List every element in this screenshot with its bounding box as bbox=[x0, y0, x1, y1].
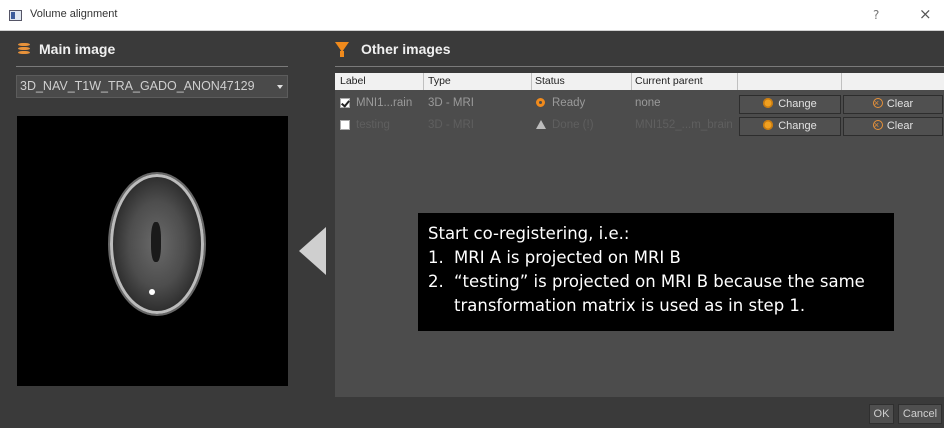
column-header-parent[interactable]: Current parent bbox=[635, 75, 703, 87]
callout-item: 2. “testing” is projected on MRI B becau… bbox=[428, 270, 894, 318]
change-button[interactable]: Change bbox=[739, 95, 841, 114]
main-divider bbox=[16, 66, 288, 67]
row-type: 3D - MRI bbox=[428, 119, 474, 131]
row-checkbox[interactable] bbox=[340, 120, 350, 130]
row-parent: MNI152_...m_brain bbox=[635, 119, 733, 131]
chevron-down-icon bbox=[277, 85, 283, 89]
callout-item-number: 2. bbox=[428, 272, 444, 291]
image-viewer[interactable] bbox=[17, 116, 288, 386]
title-bar: Volume alignment ? × bbox=[0, 0, 944, 31]
x-circle-icon bbox=[872, 117, 883, 134]
clear-button-label: Clear bbox=[886, 120, 914, 132]
change-button-label: Change bbox=[778, 98, 817, 110]
clear-button[interactable]: Clear bbox=[843, 95, 943, 114]
row-checkbox[interactable] bbox=[340, 98, 350, 108]
brain-scan-image bbox=[110, 174, 204, 314]
column-header-status[interactable]: Status bbox=[535, 75, 565, 87]
other-images-title: Other images bbox=[361, 41, 451, 57]
help-button[interactable]: ? bbox=[873, 8, 879, 22]
table-header: Label Type Status Current parent bbox=[335, 73, 944, 90]
app-icon bbox=[9, 10, 22, 21]
callout-item-number: 1. bbox=[428, 248, 444, 267]
gear-icon bbox=[763, 120, 774, 130]
row-status: Ready bbox=[552, 97, 586, 109]
column-header-label[interactable]: Label bbox=[340, 75, 366, 87]
row-label: MNI1...rain bbox=[356, 97, 413, 109]
callout-item: 1. MRI A is projected on MRI B bbox=[428, 246, 894, 270]
window-title: Volume alignment bbox=[30, 8, 118, 20]
ring-icon bbox=[536, 98, 545, 107]
callout-item-text: MRI A is projected on MRI B bbox=[454, 248, 681, 267]
main-image-select-value: 3D_NAV_T1W_TRA_GADO_ANON47129 bbox=[20, 79, 255, 93]
main-image-title: Main image bbox=[39, 41, 116, 57]
callout-item-text: “testing” is projected on MRI B because … bbox=[454, 272, 865, 315]
gear-icon bbox=[763, 98, 774, 108]
warning-triangle-icon bbox=[536, 120, 546, 129]
row-type: 3D - MRI bbox=[428, 97, 474, 109]
close-button[interactable]: × bbox=[919, 5, 932, 23]
cancel-button[interactable]: Cancel bbox=[898, 404, 942, 424]
annotation-callout: Start co-registering, i.e.: 1. MRI A is … bbox=[418, 213, 894, 331]
row-parent: none bbox=[635, 97, 661, 109]
row-status: Done (!) bbox=[552, 119, 594, 131]
main-image-select[interactable]: 3D_NAV_T1W_TRA_GADO_ANON47129 bbox=[16, 75, 288, 98]
x-circle-icon bbox=[872, 95, 883, 112]
clear-button-label: Clear bbox=[886, 98, 914, 110]
ok-button[interactable]: OK bbox=[869, 404, 894, 424]
column-header-type[interactable]: Type bbox=[428, 75, 451, 87]
callout-list: 1. MRI A is projected on MRI B 2. “testi… bbox=[428, 246, 894, 318]
change-button-label: Change bbox=[778, 120, 817, 132]
funnel-icon bbox=[335, 42, 349, 57]
change-button[interactable]: Change bbox=[739, 117, 841, 136]
clear-button[interactable]: Clear bbox=[843, 117, 943, 136]
callout-heading: Start co-registering, i.e.: bbox=[428, 224, 630, 243]
row-label: testing bbox=[356, 119, 390, 131]
other-divider bbox=[335, 66, 944, 67]
database-icon bbox=[18, 43, 30, 57]
arrow-left-icon bbox=[299, 227, 326, 275]
